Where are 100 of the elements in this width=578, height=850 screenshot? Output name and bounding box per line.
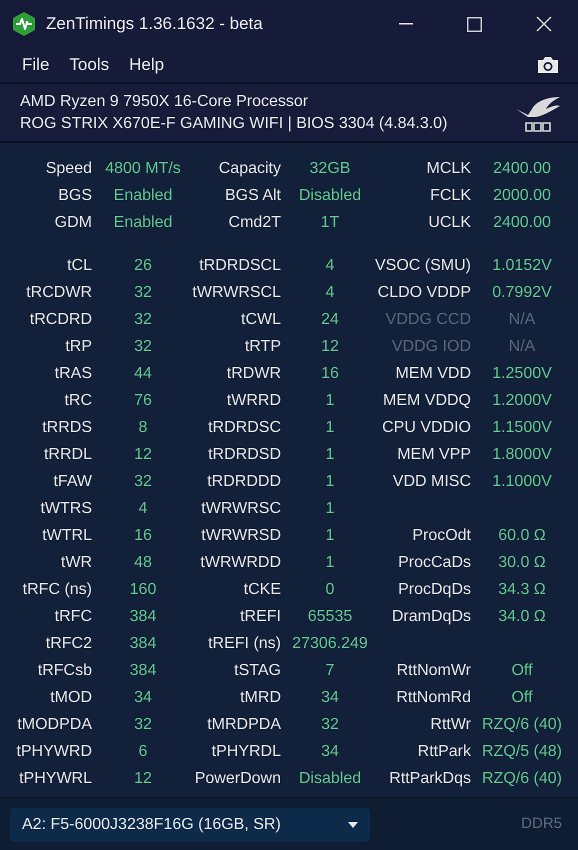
parameter-label: tREFI (ns) (208, 634, 281, 654)
parameter-value: Off (511, 660, 533, 680)
parameter-value: 1.2500V (492, 364, 552, 384)
parameter-label: VSOC (SMU) (375, 256, 471, 276)
parameter-label: tRRDS (42, 418, 92, 438)
parameter-label: tREFI (240, 606, 281, 626)
parameter-label: tRCDRD (30, 310, 92, 330)
parameter-label: tRDRDDD (207, 472, 281, 492)
parameter-value: 1 (326, 418, 334, 438)
parameter-label: tRP (65, 336, 92, 356)
parameter-value: 34.3 Ω (498, 580, 546, 600)
parameter-label: RttNomWr (396, 660, 471, 680)
parameter-value: 34 (321, 688, 339, 708)
parameter-label: tPHYWRD (16, 742, 92, 762)
parameter-value: 0 (326, 580, 334, 600)
parameter-value: 34 (134, 688, 152, 708)
parameter-label: tRFC (ns) (22, 580, 92, 600)
parameter-value: 12 (321, 336, 339, 356)
parameter-label: VDDG CCD (386, 310, 471, 330)
minimize-icon[interactable] (398, 23, 412, 25)
parameter-value: Enabled (114, 186, 172, 206)
parameter-value: 1T (320, 212, 340, 232)
parameter-value: RZQ/6 (40) (482, 714, 562, 734)
parameter-value: 16 (134, 526, 152, 546)
parameter-label: tFAW (53, 472, 92, 492)
parameter-value: 32 (134, 310, 152, 330)
parameter-label: MCLK (426, 158, 471, 178)
parameter-label: tRFC2 (46, 634, 92, 654)
parameter-label: tCWL (241, 310, 281, 330)
parameter-value: 160 (130, 580, 156, 600)
parameter-value: 24 (321, 310, 339, 330)
app-logo-icon (12, 11, 36, 37)
parameter-label: MEM VDD (395, 364, 471, 384)
parameter-label: Cmd2T (228, 212, 281, 232)
parameter-label: VDD MISC (392, 472, 471, 492)
parameter-label: tRFC (54, 606, 92, 626)
parameter-label: RttPark (418, 742, 471, 762)
parameter-value: 1.8000V (492, 444, 552, 464)
parameter-label: Capacity (218, 158, 281, 178)
parameter-label: tWR (60, 552, 92, 572)
camera-icon[interactable] (536, 55, 560, 75)
parameter-value: Enabled (114, 212, 172, 232)
close-icon[interactable] (536, 16, 552, 32)
parameter-label: Speed (46, 158, 92, 178)
menu-item[interactable]: Tools (59, 52, 120, 78)
parameter-value: 1 (326, 390, 334, 410)
menu-item[interactable]: Help (119, 52, 174, 78)
parameter-label: ProcOdt (412, 526, 471, 546)
parameter-label: RttNomRd (396, 688, 471, 708)
parameter-value: 1 (326, 472, 334, 492)
parameter-value: 1.1500V (492, 418, 552, 438)
parameter-label: tWRWRSCL (192, 282, 281, 302)
menu-item[interactable]: File (12, 52, 60, 78)
parameter-value: 60.0 Ω (498, 526, 546, 546)
parameter-label: tMRDPDA (207, 714, 281, 734)
parameter-value: 32 (134, 472, 152, 492)
parameter-label: MEM VPP (397, 444, 471, 464)
parameter-value: 1.2000V (492, 390, 552, 410)
parameter-value: 1 (326, 552, 334, 572)
parameter-value: 12 (134, 444, 152, 464)
parameter-label: tSTAG (234, 660, 281, 680)
parameter-value: N/A (508, 336, 536, 356)
parameter-label: tMOD (50, 688, 92, 708)
parameter-value: 4 (138, 498, 148, 518)
parameter-label: tCL (67, 256, 92, 276)
parameter-label: tMRD (240, 688, 281, 708)
parameter-value: 1 (326, 498, 334, 518)
parameter-value: 384 (130, 634, 156, 654)
parameter-label: tPHYRDL (212, 742, 281, 762)
processor-name: AMD Ryzen 9 7950X 16-Core Processor (20, 92, 310, 112)
parameter-value: N/A (508, 310, 536, 330)
window-title: ZenTimings 1.36.1632 - beta (46, 13, 263, 36)
parameter-value: 0.7992V (492, 282, 552, 302)
parameter-label: tRDRDSCL (199, 256, 281, 276)
parameter-label: FCLK (430, 186, 471, 206)
parameter-label: UCLK (428, 212, 471, 232)
parameter-value: 44 (134, 364, 152, 384)
parameter-value: 16 (321, 364, 339, 384)
parameter-label: DramDqDs (392, 606, 471, 626)
parameter-label: ProcCaDs (398, 552, 471, 572)
parameter-label: PowerDown (194, 768, 281, 788)
parameter-label: tRDWR (226, 364, 281, 384)
parameter-value: 4 (326, 282, 334, 302)
parameter-value: 30.0 Ω (498, 552, 546, 572)
parameter-label: tCKE (244, 580, 281, 600)
parameter-value: 32 (134, 714, 152, 734)
parameter-value: 4800 MT/s (105, 158, 181, 178)
parameter-value: RZQ/5 (48) (482, 742, 562, 762)
maximize-icon[interactable] (467, 16, 482, 32)
parameter-label: tRRDL (44, 444, 92, 464)
parameter-label: tMODPDA (17, 714, 92, 734)
module-dropdown[interactable]: A2: F5-6000J3238F16G (16GB, SR) (10, 808, 370, 842)
parameter-value: 32 (321, 714, 339, 734)
parameter-value: 34 (321, 742, 339, 762)
parameter-label: ProcDqDs (398, 580, 471, 600)
parameter-value: Disabled (298, 768, 362, 788)
parameter-value: 65535 (308, 606, 352, 626)
parameter-value: 32 (134, 336, 152, 356)
parameter-label: tRDRDSD (208, 444, 281, 464)
parameter-label: tWRWRSD (201, 526, 281, 546)
